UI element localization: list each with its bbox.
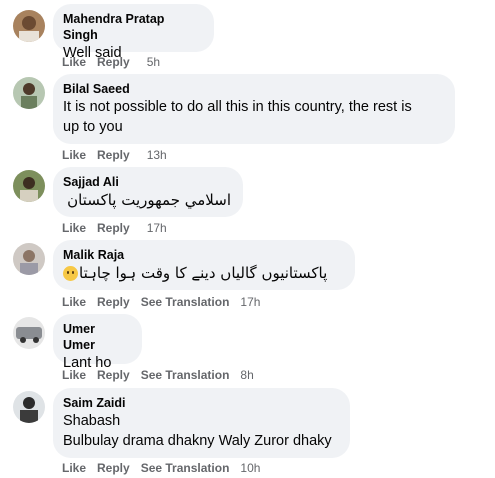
comment-text-row: پاکستانیوں گالیاں دینے کا وقت ہوا چاہتا bbox=[63, 263, 343, 283]
comment-actions: Like Reply 13h bbox=[62, 148, 167, 162]
avatar[interactable] bbox=[13, 77, 45, 109]
avatar[interactable] bbox=[13, 170, 45, 202]
reply-button[interactable]: Reply bbox=[97, 461, 130, 475]
comment-author[interactable]: Malik Raja bbox=[63, 247, 343, 263]
like-button[interactable]: Like bbox=[62, 461, 86, 475]
see-translation-link[interactable]: See Translation bbox=[141, 368, 230, 382]
reply-button[interactable]: Reply bbox=[97, 221, 130, 235]
comment-timestamp[interactable]: 13h bbox=[147, 148, 167, 162]
smiling-face-icon bbox=[63, 265, 78, 281]
comment-timestamp[interactable]: 17h bbox=[240, 295, 260, 309]
comment-actions: Like Reply 17h bbox=[62, 221, 167, 235]
comment-text-line: Shabash bbox=[63, 413, 121, 429]
comment-text: پاکستانیوں گالیاں دینے کا وقت ہوا چاہتا bbox=[79, 264, 328, 282]
like-button[interactable]: Like bbox=[62, 295, 86, 309]
comment-author[interactable]: Mahendra Pratap Singh bbox=[63, 11, 202, 43]
comment-bubble: Mahendra Pratap Singh Well said bbox=[53, 4, 214, 61]
like-button[interactable]: Like bbox=[62, 55, 86, 69]
reply-button[interactable]: Reply bbox=[97, 148, 130, 162]
comment-timestamp[interactable]: 5h bbox=[147, 55, 160, 69]
see-translation-link[interactable]: See Translation bbox=[141, 461, 230, 475]
comment-text-line: Bulbulay drama dhakny Waly Zuror dhaky bbox=[63, 433, 332, 449]
comment-text-line: up to you bbox=[63, 119, 123, 135]
comment-bubble: Malik Raja پاکستانیوں گالیاں دینے کا وقت… bbox=[53, 240, 355, 290]
comment-timestamp[interactable]: 10h bbox=[240, 461, 260, 475]
comment-text-line: It is not possible to do all this in thi… bbox=[63, 99, 412, 115]
avatar[interactable] bbox=[13, 391, 45, 423]
like-button[interactable]: Like bbox=[62, 221, 86, 235]
comment-text: اسلامي جمهوريت پاکستان bbox=[67, 191, 231, 209]
see-translation-link[interactable]: See Translation bbox=[141, 295, 230, 309]
comment-author[interactable]: Bilal Saeed bbox=[63, 81, 443, 97]
comment-author[interactable]: Umer Umer bbox=[63, 321, 130, 353]
comment-actions: Like Reply See Translation 10h bbox=[62, 461, 260, 475]
comment-timestamp[interactable]: 8h bbox=[240, 368, 253, 382]
comment-actions: Like Reply See Translation 17h bbox=[62, 295, 260, 309]
avatar[interactable] bbox=[13, 243, 45, 275]
like-button[interactable]: Like bbox=[62, 148, 86, 162]
comment-bubble: Bilal Saeed It is not possible to do all… bbox=[53, 74, 455, 144]
comment-bubble: Umer Umer Lant ho bbox=[53, 314, 142, 371]
comment-timestamp[interactable]: 17h bbox=[147, 221, 167, 235]
comment-author[interactable]: Saim Zaidi bbox=[63, 395, 338, 411]
comment-bubble: Saim Zaidi Shabash Bulbulay drama dhakny… bbox=[53, 388, 350, 458]
like-button[interactable]: Like bbox=[62, 368, 86, 382]
avatar[interactable] bbox=[13, 10, 45, 42]
reply-button[interactable]: Reply bbox=[97, 368, 130, 382]
comment-actions: Like Reply See Translation 8h bbox=[62, 368, 254, 382]
comment-bubble: Sajjad Ali اسلامي جمهوريت پاکستان bbox=[53, 167, 243, 217]
comment-author[interactable]: Sajjad Ali bbox=[63, 174, 231, 190]
reply-button[interactable]: Reply bbox=[97, 295, 130, 309]
comment-actions: Like Reply 5h bbox=[62, 55, 160, 69]
avatar[interactable] bbox=[13, 317, 45, 349]
reply-button[interactable]: Reply bbox=[97, 55, 130, 69]
